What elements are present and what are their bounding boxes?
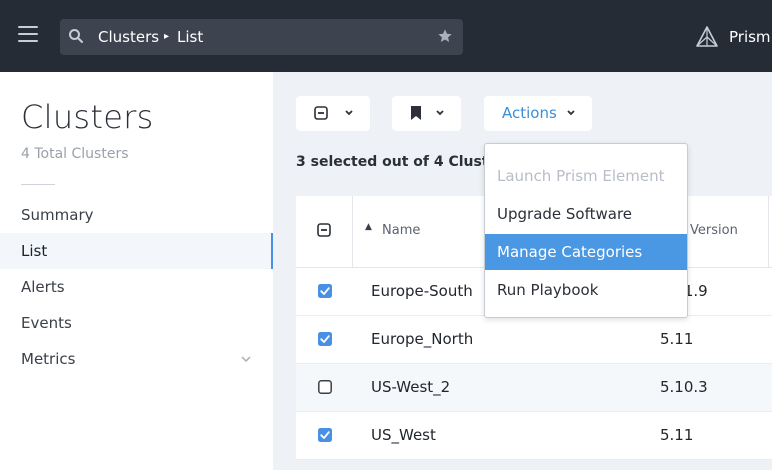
column-divider bbox=[352, 196, 353, 268]
breadcrumb-clusters[interactable]: Clusters bbox=[98, 28, 159, 46]
prism-logo-icon bbox=[696, 26, 718, 47]
row-checkbox-checked[interactable] bbox=[318, 284, 332, 298]
column-header-name[interactable]: Name bbox=[382, 223, 420, 238]
chevron-down-icon[interactable] bbox=[241, 341, 251, 391]
row-checkbox-unchecked[interactable] bbox=[318, 380, 332, 394]
actions-label: Actions bbox=[502, 104, 557, 122]
breadcrumb-separator-icon: ▸ bbox=[164, 31, 170, 42]
table-row[interactable]: US-West_2 5.10.3 bbox=[296, 364, 772, 412]
search-icon bbox=[69, 29, 83, 43]
column-divider bbox=[768, 196, 769, 268]
star-icon[interactable] bbox=[437, 28, 453, 44]
sidebar-item-label: Metrics bbox=[21, 350, 76, 368]
menu-item-launch-prism-element: Launch Prism Element bbox=[497, 167, 665, 185]
sidebar-item-label: Summary bbox=[21, 206, 94, 224]
table-row[interactable]: US_West 5.11 bbox=[296, 412, 772, 460]
cluster-version: 5.10.3 bbox=[660, 378, 708, 396]
page-title: Clusters bbox=[21, 98, 154, 136]
actions-dropdown-menu: Launch Prism Element Upgrade Software Ma… bbox=[484, 143, 688, 318]
sidebar-item-events[interactable]: Events bbox=[0, 305, 273, 341]
cluster-version: 5.11 bbox=[660, 426, 694, 444]
cluster-name[interactable]: US-West_2 bbox=[371, 378, 450, 396]
chevron-down-icon bbox=[435, 104, 445, 125]
select-partial-icon bbox=[314, 106, 328, 120]
sidebar-item-label: Alerts bbox=[21, 278, 65, 296]
cluster-version: 5.11 bbox=[660, 330, 694, 348]
search-bar[interactable]: Clusters ▸ List bbox=[60, 19, 463, 55]
divider bbox=[21, 184, 55, 185]
row-checkbox-checked[interactable] bbox=[318, 332, 332, 346]
brand-name: Prism bbox=[729, 28, 771, 46]
sidebar-item-metrics[interactable]: Metrics bbox=[0, 341, 273, 377]
bulk-select-button[interactable] bbox=[296, 96, 370, 131]
breadcrumb-list[interactable]: List bbox=[177, 28, 203, 46]
cluster-name[interactable]: Europe-South bbox=[371, 282, 473, 300]
row-checkbox-checked[interactable] bbox=[318, 428, 332, 442]
column-header-version[interactable]: Version bbox=[690, 223, 738, 238]
sidebar-item-list[interactable]: List bbox=[0, 233, 273, 269]
saved-filters-button[interactable] bbox=[392, 96, 461, 131]
bookmark-icon bbox=[411, 106, 421, 120]
table-row[interactable]: Europe_North 5.11 bbox=[296, 316, 772, 364]
select-all-checkbox[interactable] bbox=[317, 223, 331, 237]
sidebar-item-label: List bbox=[21, 242, 48, 260]
menu-item-manage-categories[interactable]: Manage Categories bbox=[485, 234, 687, 270]
cluster-count: 4 Total Clusters bbox=[21, 146, 129, 162]
selection-status: 3 selected out of 4 Clusters bbox=[296, 154, 514, 170]
sidebar-item-label: Events bbox=[21, 314, 72, 332]
cluster-name[interactable]: US_West bbox=[371, 426, 436, 444]
menu-item-upgrade-software[interactable]: Upgrade Software bbox=[485, 196, 687, 232]
chevron-down-icon bbox=[344, 104, 354, 125]
chevron-down-icon bbox=[566, 104, 576, 125]
sidebar: Clusters 4 Total Clusters Summary List A… bbox=[0, 72, 273, 470]
sidebar-item-summary[interactable]: Summary bbox=[0, 197, 273, 233]
menu-item-run-playbook[interactable]: Run Playbook bbox=[485, 272, 687, 308]
sort-ascending-icon[interactable]: ▲ bbox=[365, 222, 372, 232]
actions-button[interactable]: Actions bbox=[484, 96, 592, 131]
top-navigation-bar: Clusters ▸ List Prism bbox=[0, 0, 772, 72]
sidebar-item-alerts[interactable]: Alerts bbox=[0, 269, 273, 305]
cluster-name[interactable]: Europe_North bbox=[371, 330, 473, 348]
hamburger-menu-icon[interactable] bbox=[18, 26, 38, 44]
